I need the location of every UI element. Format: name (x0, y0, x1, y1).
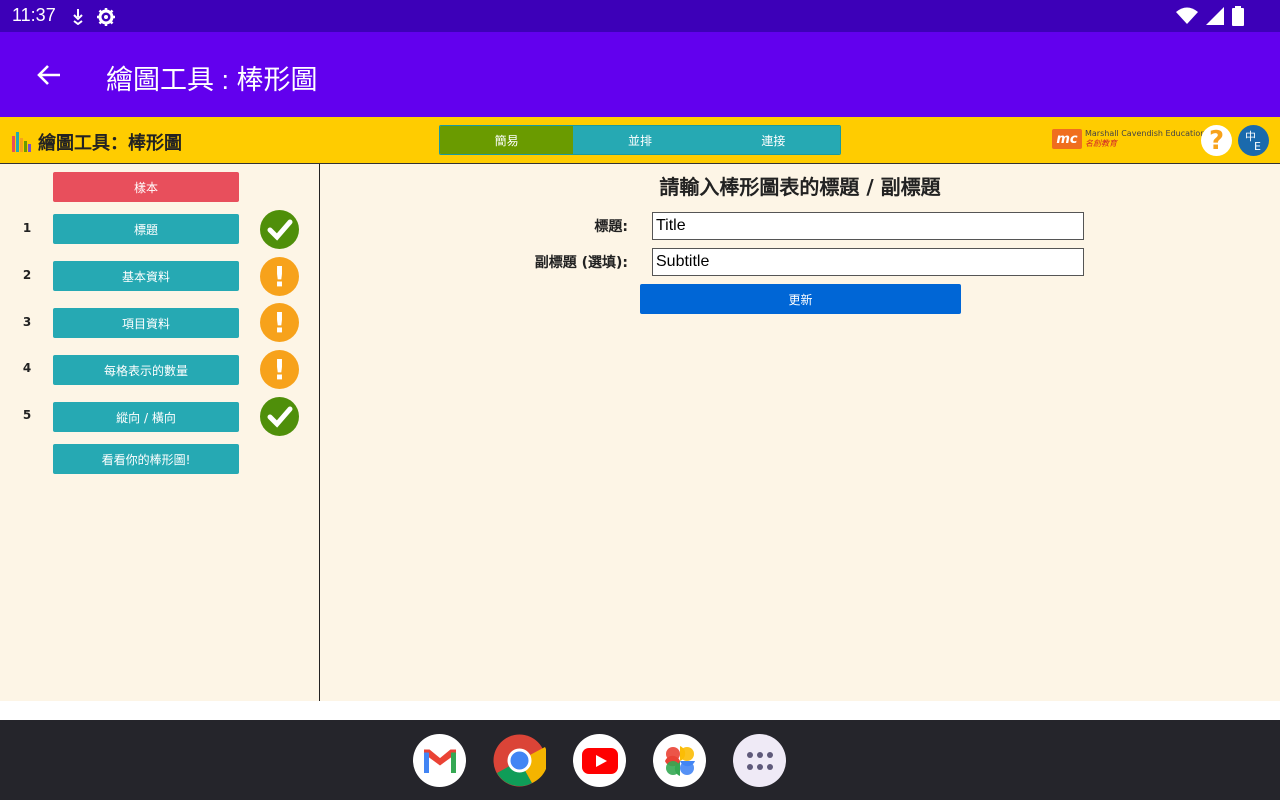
app-drawer-icon[interactable] (733, 734, 786, 787)
help-question-icon: ? (1208, 125, 1225, 156)
step-number: 4 (22, 361, 32, 375)
subtitle-input[interactable] (652, 248, 1084, 276)
warning-glyph: ! (273, 260, 286, 293)
check-icon (260, 397, 299, 436)
lang-en-label: E (1254, 140, 1261, 153)
step-item-data-button[interactable]: 項目資料 (53, 308, 239, 338)
bar-chart-logo-icon (12, 132, 31, 152)
settings-gear-icon (96, 7, 115, 26)
title-input[interactable] (652, 212, 1084, 240)
check-icon (260, 210, 299, 249)
tab-simple[interactable]: 簡易 (440, 126, 574, 154)
mc-logo-mark: mc (1052, 129, 1082, 149)
step-number: 1 (22, 221, 32, 235)
step-number: 2 (22, 268, 32, 282)
status-right-icons (1176, 6, 1244, 30)
tab-side-by-side[interactable]: 並排 (573, 126, 707, 154)
step-scale-button[interactable]: 每格表示的數量 (53, 355, 239, 385)
mc-name-en: Marshall Cavendish Education (1085, 129, 1206, 138)
tab-connected[interactable]: 連接 (706, 126, 840, 154)
web-logo-title: 繪圖工具：棒形圖 (38, 133, 182, 154)
steps-sidebar: 樣本 1 標題 2 基本資料 ! 3 項目資料 ! 4 每格表示的數量 ! 5 … (0, 164, 320, 701)
chrome-icon[interactable] (493, 734, 546, 787)
chart-type-tabs: 簡易 並排 連接 (439, 125, 841, 155)
title-label: 標題: (594, 219, 628, 235)
step-orientation-button[interactable]: 縱向 / 橫向 (53, 402, 239, 432)
language-toggle-button[interactable]: 中 E (1238, 125, 1269, 156)
app-bar: 繪圖工具 : 棒形圖 (0, 32, 1280, 117)
step-title-button[interactable]: 標題 (53, 214, 239, 244)
wifi-icon (1176, 7, 1198, 29)
mc-brand-logo: mc Marshall Cavendish Education 名創教育 (1052, 129, 1205, 149)
web-logo: 繪圖工具：棒形圖 (12, 129, 182, 155)
subtitle-label: 副標題 (選填): (534, 255, 628, 271)
arrow-back-icon (37, 65, 60, 85)
usb-debug-icon (70, 7, 88, 26)
warning-icon: ! (260, 350, 299, 389)
gmail-icon[interactable] (413, 734, 466, 787)
app-title: 繪圖工具 : 棒形圖 (106, 65, 318, 95)
status-time: 11:37 (12, 5, 56, 25)
warning-glyph: ! (273, 353, 286, 386)
photos-icon[interactable] (653, 734, 706, 787)
web-header: 繪圖工具：棒形圖 簡易 並排 連接 mc Marshall Cavendish … (0, 117, 1280, 164)
warning-glyph: ! (273, 306, 286, 339)
step-number: 5 (22, 408, 32, 422)
help-button[interactable]: ? (1201, 125, 1232, 156)
mc-name-cn: 名創教育 (1085, 139, 1117, 148)
step-basic-info-button[interactable]: 基本資料 (53, 261, 239, 291)
update-button[interactable]: 更新 (640, 284, 961, 314)
battery-icon (1232, 6, 1244, 30)
cell-signal-icon (1206, 7, 1224, 29)
title-form-panel: 請輸入棒形圖表的標題 / 副標題 標題: 副標題 (選填): 更新 (320, 164, 1280, 701)
mc-logo-text: Marshall Cavendish Education 名創教育 (1085, 129, 1205, 149)
view-chart-button[interactable]: 看看你的棒形圖! (53, 444, 239, 474)
youtube-icon[interactable] (573, 734, 626, 787)
warning-icon: ! (260, 257, 299, 296)
app-dock (0, 720, 1280, 800)
back-button[interactable] (30, 60, 68, 90)
step-number: 3 (22, 315, 32, 329)
webview-bottom-strip (0, 701, 1280, 720)
sample-button[interactable]: 樣本 (53, 172, 239, 202)
warning-icon: ! (260, 303, 299, 342)
form-heading: 請輸入棒形圖表的標題 / 副標題 (659, 175, 941, 199)
status-bar: 11:37 (0, 0, 1280, 32)
